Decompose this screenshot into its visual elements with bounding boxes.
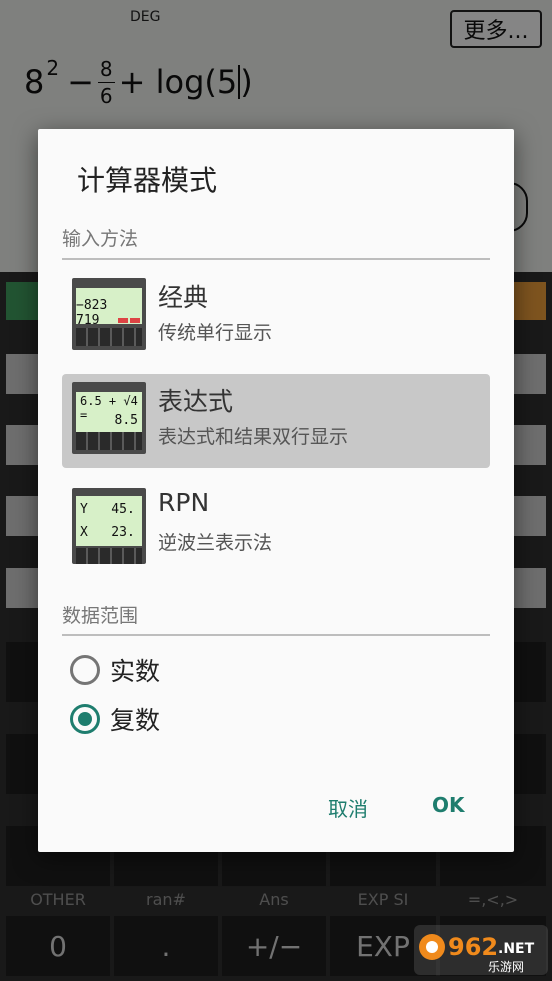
- rpn-preview-icon: Y 45. X 23.: [72, 488, 146, 564]
- data-range-divider: [62, 634, 490, 636]
- radio-label-real: 实数: [110, 657, 161, 686]
- radio-option-real[interactable]: 实数: [70, 650, 160, 690]
- ok-button[interactable]: OK: [432, 793, 465, 817]
- input-method-divider: [62, 258, 490, 260]
- mode-desc-rpn: 逆波兰表示法: [158, 532, 273, 554]
- mode-desc-classic: 传统单行显示: [158, 322, 273, 344]
- classic-preview-icon: −823 719: [72, 278, 146, 350]
- watermark-logo: 962 .NET 乐游网: [414, 925, 548, 975]
- mode-item-classic[interactable]: −823 719 经典 传统单行显示: [62, 270, 490, 364]
- svg-text:962: 962: [448, 933, 498, 961]
- mode-title-classic: 经典: [158, 283, 209, 312]
- cancel-button[interactable]: 取消: [328, 793, 368, 822]
- watermark-logo-icon: 962 .NET 乐游网: [414, 925, 548, 975]
- radio-complex[interactable]: [70, 704, 100, 734]
- radio-label-complex: 复数: [110, 706, 161, 735]
- mode-item-rpn[interactable]: Y 45. X 23. RPN 逆波兰表示法: [62, 480, 490, 574]
- mode-title-rpn: RPN: [158, 488, 210, 517]
- mode-desc-expression: 表达式和结果双行显示: [158, 426, 349, 448]
- mode-title-expression: 表达式: [158, 387, 234, 416]
- svg-text:乐游网: 乐游网: [488, 960, 524, 974]
- mode-item-expression[interactable]: 6.5 + √4 = 8.5 表达式 表达式和结果双行显示: [62, 374, 490, 468]
- data-range-header: 数据范围: [62, 605, 139, 627]
- expression-preview-lcd: 6.5 + √4 = 8.5: [76, 392, 142, 432]
- input-method-header: 输入方法: [62, 228, 139, 250]
- svg-text:.NET: .NET: [498, 941, 535, 957]
- expression-preview-icon: 6.5 + √4 = 8.5: [72, 382, 146, 454]
- radio-option-complex[interactable]: 复数: [70, 699, 160, 739]
- radio-real[interactable]: [70, 655, 100, 685]
- calculator-mode-dialog: 计算器模式 输入方法 −823 719 经典 传统单行显示 6.5 + √4 =…: [38, 129, 514, 852]
- dialog-title: 计算器模式: [77, 164, 218, 197]
- rpn-preview-lcd: Y 45. X 23.: [76, 496, 142, 546]
